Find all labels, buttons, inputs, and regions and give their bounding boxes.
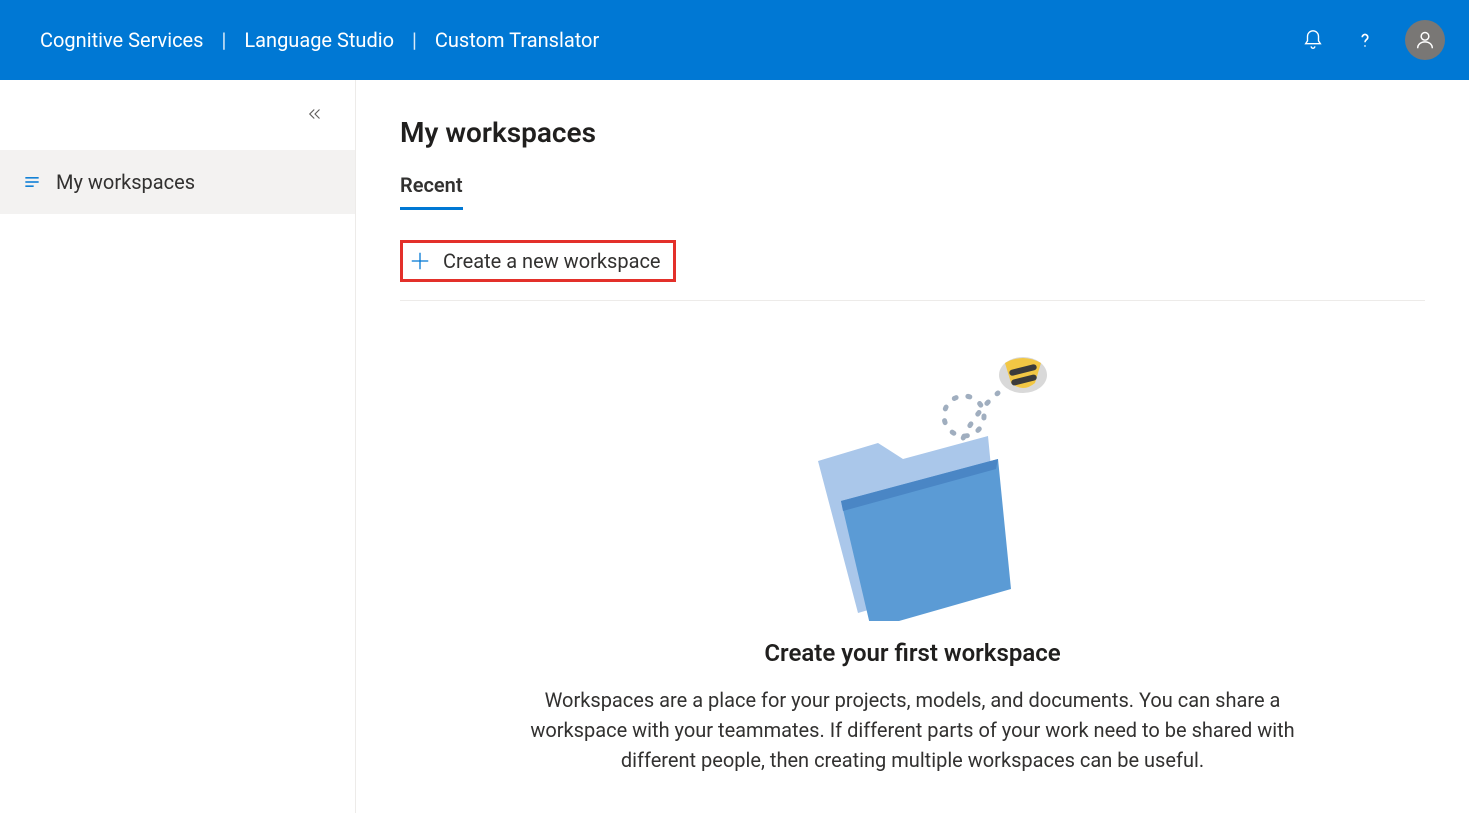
sidebar-nav: My workspaces [0,150,355,214]
breadcrumb: Cognitive Services | Language Studio | C… [40,28,599,52]
top-header: Cognitive Services | Language Studio | C… [0,0,1469,80]
sidebar-item-label: My workspaces [56,170,195,194]
breadcrumb-separator: | [412,28,417,52]
list-icon [22,172,42,192]
collapse-sidebar-icon[interactable] [305,104,325,124]
sidebar-item-my-workspaces[interactable]: My workspaces [0,150,355,214]
create-workspace-label: Create a new workspace [443,249,661,273]
breadcrumb-separator: | [221,28,226,52]
empty-folder-illustration [763,341,1063,621]
breadcrumb-custom-translator[interactable]: Custom Translator [435,28,599,52]
create-workspace-button[interactable]: Create a new workspace [400,240,676,282]
empty-state: Create your first workspace Workspaces a… [503,341,1323,775]
notifications-icon[interactable] [1301,28,1325,52]
user-avatar[interactable] [1405,20,1445,60]
page-title: My workspaces [400,116,1425,149]
tabs: Recent [400,173,1425,210]
plus-icon [409,250,431,272]
toolbar: Create a new workspace [400,240,1425,301]
sidebar: My workspaces [0,80,356,813]
main-content: My workspaces Recent Create a new worksp… [356,80,1469,813]
header-actions [1301,20,1445,60]
empty-state-description: Workspaces are a place for your projects… [523,685,1303,775]
tab-recent[interactable]: Recent [400,173,463,210]
breadcrumb-cognitive-services[interactable]: Cognitive Services [40,28,203,52]
breadcrumb-language-studio[interactable]: Language Studio [244,28,394,52]
empty-state-heading: Create your first workspace [764,639,1060,667]
help-icon[interactable] [1353,28,1377,52]
